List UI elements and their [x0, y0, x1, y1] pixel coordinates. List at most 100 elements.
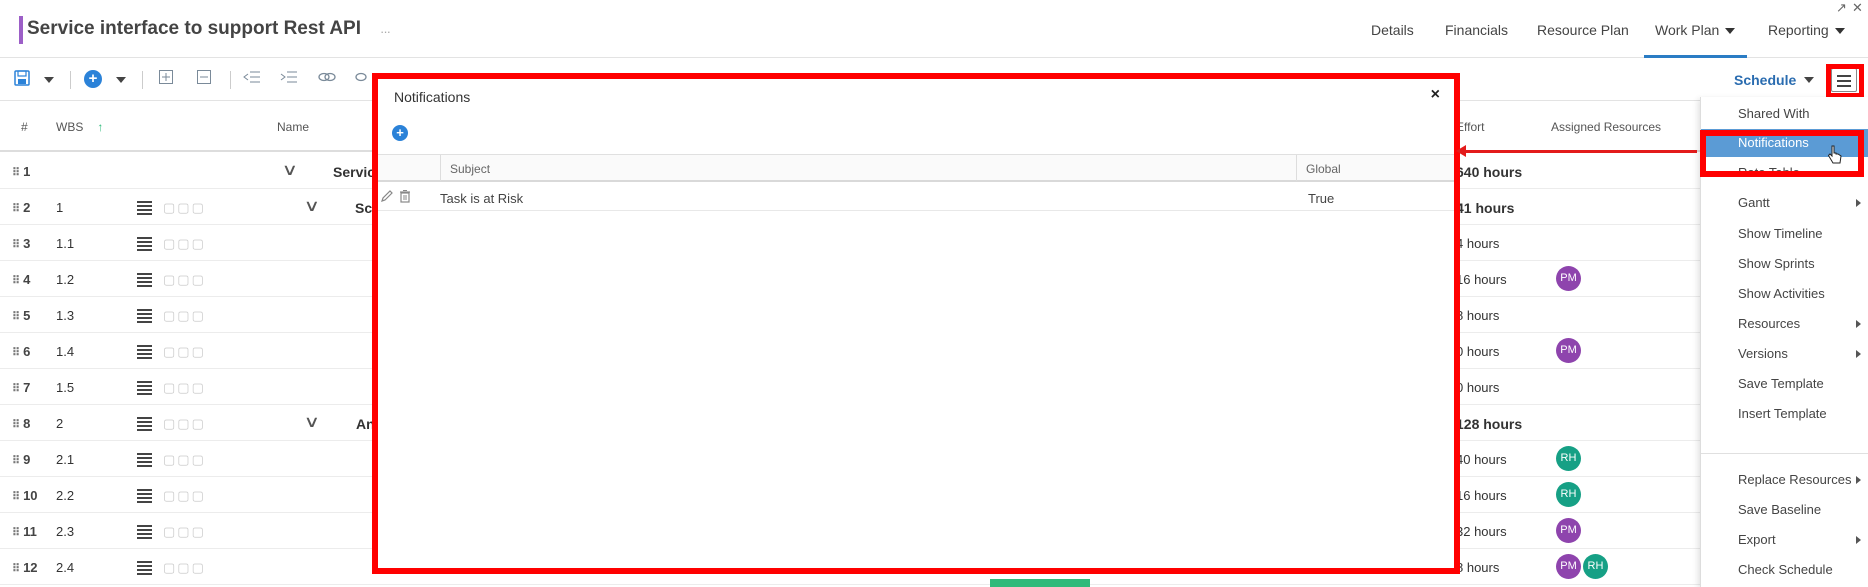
row-menu-icon[interactable] — [137, 236, 153, 251]
row-number[interactable]: ⠿ 4 — [12, 272, 30, 287]
tab-financials[interactable]: Financials — [1445, 22, 1508, 38]
avatar[interactable]: RH — [1556, 446, 1581, 471]
column-header-subject[interactable]: Subject — [450, 162, 490, 176]
row-number[interactable]: ⠿ 7 — [12, 380, 30, 395]
menu-item-gantt[interactable]: Gantt — [1701, 189, 1868, 217]
unlink-icon[interactable] — [354, 70, 372, 88]
drag-handle-icon[interactable]: ⠿ — [12, 455, 20, 467]
title-more-icon[interactable]: ··· — [380, 24, 391, 39]
row-menu-icon[interactable] — [137, 380, 153, 395]
expand-all-icon[interactable] — [157, 70, 175, 88]
avatar[interactable]: PM — [1556, 518, 1581, 543]
row-menu-icon[interactable] — [137, 488, 153, 503]
row-menu-icon[interactable] — [137, 200, 153, 215]
drag-handle-icon[interactable]: ⠿ — [12, 239, 20, 251]
drag-handle-icon[interactable]: ⠿ — [12, 527, 20, 539]
close-icon[interactable]: × — [1431, 86, 1440, 104]
chevron-down-icon[interactable]: ∨ — [304, 412, 320, 432]
row-number[interactable]: ⠿ 6 — [12, 344, 30, 359]
row-menu-icon[interactable] — [137, 452, 153, 467]
row-actions-icon[interactable]: ▢▢▢ — [163, 524, 206, 540]
row-actions-icon[interactable]: ▢▢▢ — [163, 236, 206, 252]
edit-icon[interactable] — [380, 189, 394, 206]
row-actions-icon[interactable]: ▢▢▢ — [163, 560, 206, 576]
row-number[interactable]: ⠿ 12 — [12, 560, 38, 575]
row-number[interactable]: ⠿ 5 — [12, 308, 30, 323]
column-header-wbs[interactable]: WBS ↑ — [56, 120, 103, 134]
row-number[interactable]: ⠿ 11 — [12, 524, 37, 539]
avatar[interactable]: PM — [1556, 266, 1581, 291]
row-actions-icon[interactable]: ▢▢▢ — [163, 452, 206, 468]
menu-item-versions[interactable]: Versions — [1701, 340, 1868, 368]
outdent-icon[interactable] — [243, 70, 261, 88]
row-number[interactable]: ⠿ 10 — [12, 488, 38, 503]
menu-item-insert-template[interactable]: Insert Template — [1701, 400, 1868, 428]
row-number[interactable]: ⠿ 9 — [12, 452, 30, 467]
add-task-button[interactable]: + — [84, 70, 102, 88]
row-actions-icon[interactable]: ▢▢▢ — [163, 344, 206, 360]
avatar[interactable]: RH — [1556, 482, 1581, 507]
link-icon[interactable] — [318, 70, 336, 88]
menu-item-shared-with[interactable]: Shared With — [1701, 100, 1868, 128]
close-window-icon[interactable]: ✕ — [1852, 0, 1863, 16]
avatar[interactable]: PM — [1556, 338, 1581, 363]
menu-item-save-template[interactable]: Save Template — [1701, 370, 1868, 398]
menu-item-save-baseline[interactable]: Save Baseline — [1701, 496, 1868, 524]
gantt-bar[interactable] — [990, 579, 1090, 587]
row-menu-icon[interactable] — [137, 524, 153, 539]
indent-icon[interactable] — [280, 70, 298, 88]
menu-item-show-timeline[interactable]: Show Timeline — [1701, 220, 1868, 248]
drag-handle-icon[interactable]: ⠿ — [12, 419, 20, 431]
row-actions-icon[interactable]: ▢▢▢ — [163, 416, 206, 432]
column-header-global[interactable]: Global — [1306, 162, 1341, 176]
drag-handle-icon[interactable]: ⠿ — [12, 203, 20, 215]
tab-details[interactable]: Details — [1371, 22, 1414, 38]
drag-handle-icon[interactable]: ⠿ — [12, 275, 20, 287]
drag-handle-icon[interactable]: ⠿ — [12, 347, 20, 359]
column-header-name[interactable]: Name — [277, 120, 309, 134]
avatar[interactable]: RH — [1583, 554, 1608, 579]
drag-handle-icon[interactable]: ⠿ — [12, 167, 20, 179]
save-options-chevron-icon[interactable] — [44, 77, 54, 83]
chevron-down-icon[interactable]: ∨ — [282, 160, 298, 180]
row-number[interactable]: ⠿ 3 — [12, 236, 30, 251]
menu-item-replace-resources[interactable]: Replace Resources — [1701, 466, 1868, 494]
trash-icon[interactable] — [398, 189, 412, 206]
column-header-number[interactable]: # — [21, 120, 28, 134]
tab-resource-plan[interactable]: Resource Plan — [1537, 22, 1629, 38]
drag-handle-icon[interactable]: ⠿ — [12, 311, 20, 323]
save-icon[interactable] — [13, 70, 31, 88]
row-actions-icon[interactable]: ▢▢▢ — [163, 308, 206, 324]
row-menu-icon[interactable] — [137, 272, 153, 287]
row-actions-icon[interactable]: ▢▢▢ — [163, 200, 206, 216]
row-number[interactable]: ⠿ 1 — [12, 164, 30, 179]
tab-reporting[interactable]: Reporting — [1768, 22, 1845, 38]
collapse-all-icon[interactable] — [195, 70, 213, 88]
row-menu-icon[interactable] — [137, 560, 153, 575]
row-actions-icon[interactable]: ▢▢▢ — [163, 488, 206, 504]
column-header-effort[interactable]: Effort — [1456, 120, 1484, 134]
menu-item-resources[interactable]: Resources — [1701, 310, 1868, 338]
drag-handle-icon[interactable]: ⠿ — [12, 563, 20, 575]
row-menu-icon[interactable] — [137, 308, 153, 323]
menu-item-show-activities[interactable]: Show Activities — [1701, 280, 1868, 308]
notification-row[interactable]: Task is at Risk True — [378, 183, 1454, 211]
drag-handle-icon[interactable]: ⠿ — [12, 383, 20, 395]
row-actions-icon[interactable]: ▢▢▢ — [163, 272, 206, 288]
menu-item-check-schedule[interactable]: Check Schedule — [1701, 556, 1868, 584]
chevron-down-icon[interactable]: ∨ — [304, 196, 320, 216]
schedule-dropdown[interactable]: Schedule — [1734, 72, 1815, 88]
menu-item-show-sprints[interactable]: Show Sprints — [1701, 250, 1868, 278]
row-menu-icon[interactable] — [137, 344, 153, 359]
tab-work-plan[interactable]: Work Plan — [1655, 22, 1736, 38]
row-menu-icon[interactable] — [137, 416, 153, 431]
add-options-chevron-icon[interactable] — [116, 77, 126, 83]
menu-item-export[interactable]: Export — [1701, 526, 1868, 554]
column-header-assigned-resources[interactable]: Assigned Resources — [1551, 120, 1661, 134]
drag-handle-icon[interactable]: ⠿ — [12, 491, 20, 503]
add-notification-button[interactable]: + — [392, 125, 408, 141]
popout-icon[interactable]: ↗ — [1836, 0, 1847, 16]
row-number[interactable]: ⠿ 2 — [12, 200, 30, 215]
row-number[interactable]: ⠿ 8 — [12, 416, 30, 431]
avatar[interactable]: PM — [1556, 554, 1581, 579]
